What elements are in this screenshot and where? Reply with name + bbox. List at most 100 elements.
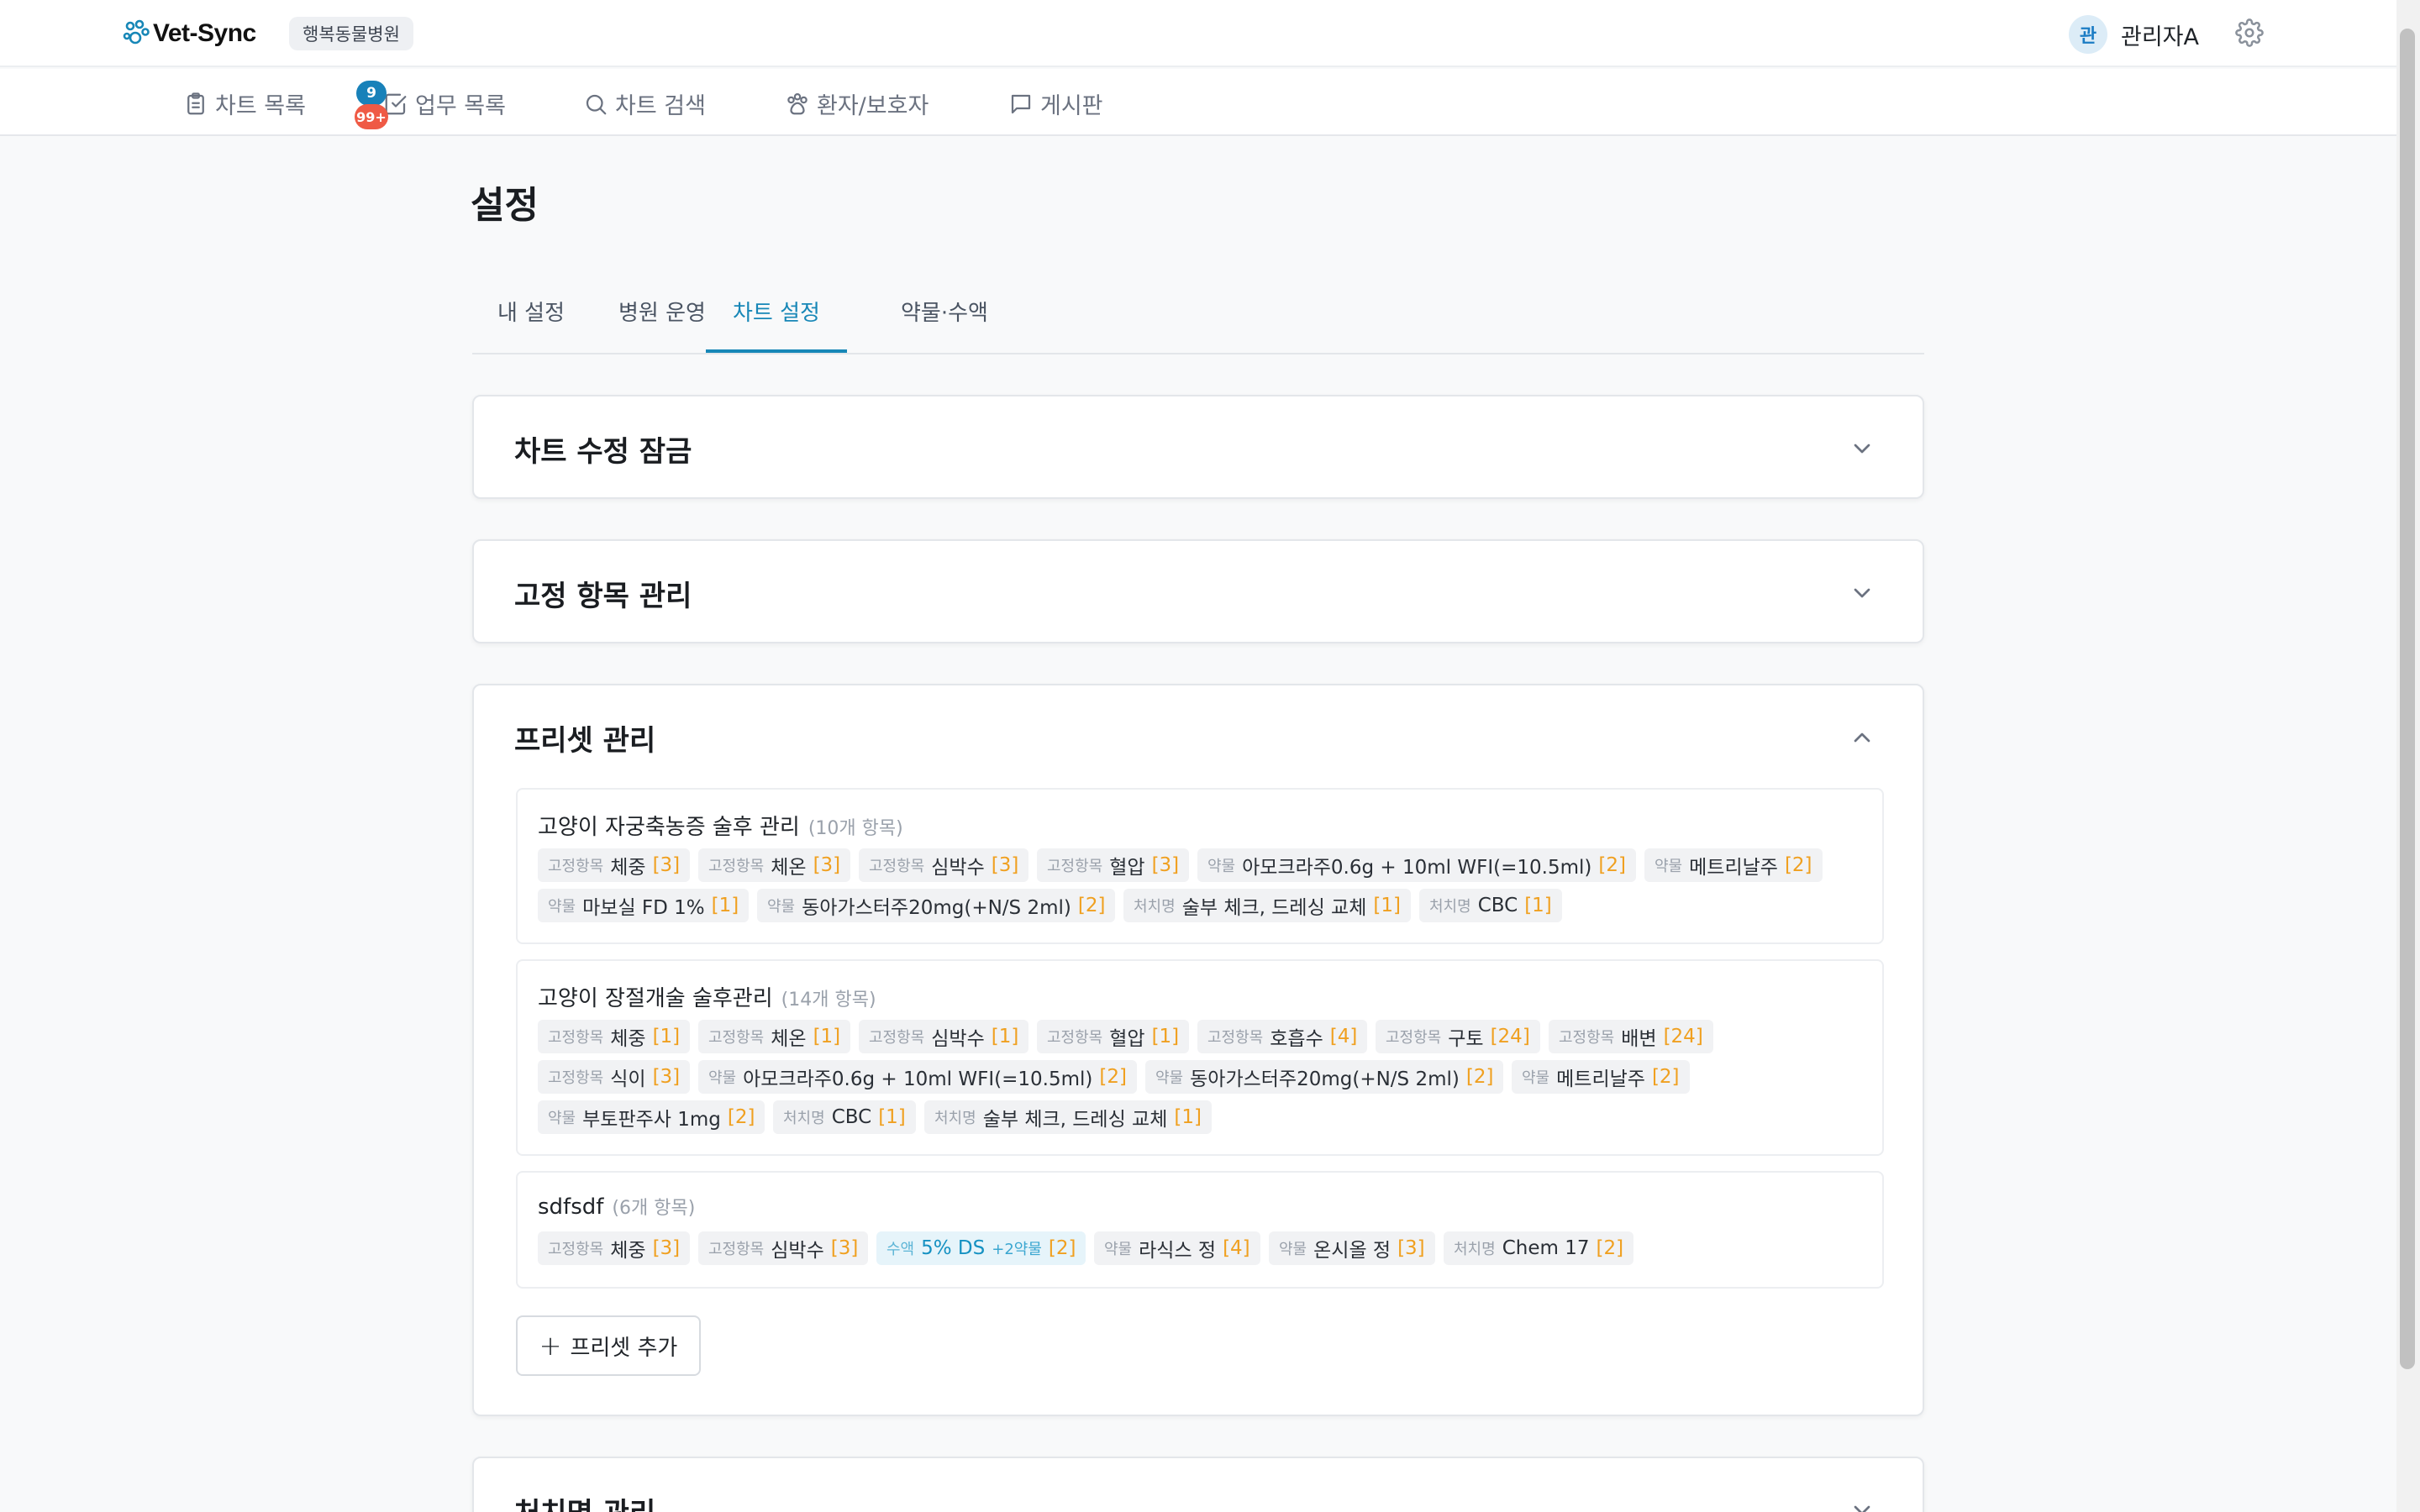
preset-name: 고양이 장절개술 술후관리 (14개 항목) [538,981,876,1012]
chip-label: 5% DS [921,1237,986,1259]
preset-item-chip: 고정항목 체중 [3] [538,848,691,882]
chip-type: 약물 [1279,1241,1307,1258]
chip-label: 배변 [1621,1028,1657,1050]
preset-item-chip: 고정항목 체온 [3] [698,848,851,882]
chip-label: Chem 17 [1502,1237,1590,1259]
chip-count: [1] [813,1026,841,1047]
chevron-down-icon[interactable] [1849,1497,1876,1512]
chip-label: 술부 체크, 드레싱 교체 [982,1109,1168,1131]
chip-label: CBC [831,1106,872,1128]
chip-count: [2] [1651,1066,1680,1088]
preset-item-chip: 약물 동아가스터주20mg(+N/S 2ml) [2] [1145,1060,1504,1094]
chip-type: 고정항목 [708,1029,765,1047]
preset-card[interactable]: sdfsdf (6개 항목) 고정항목 체중 [3] 고정항목 심박수 [3] 수액 5% DS… [516,1171,1884,1289]
preset-card[interactable]: 고양이 자궁축농증 술후 관리 (10개 항목) 고정항목 체중 [3] 고정항목 체온 [… [516,788,1884,944]
chip-type: 약물 [548,1110,576,1127]
preset-item-chip: 약물 마보실 FD 1% [1] [538,889,750,922]
chip-label: 식이 [610,1068,646,1090]
chip-count: [2] [1784,854,1812,876]
chip-type: 약물 [1104,1241,1133,1258]
chip-count: [1] [878,1106,906,1128]
chevron-down-icon[interactable] [1849,435,1876,462]
preset-item-chip: 약물 온시올 정 [3] [1269,1231,1435,1265]
add-preset-label: 프리셋 추가 [570,1335,678,1361]
section-title: 차트 수정 잠금 [514,435,692,469]
chip-type: 약물 [1522,1069,1550,1087]
preset-item-chip: 약물 아모크라주0.6g + 10ml WFI(=10.5ml) [2] [698,1060,1137,1094]
tab-my-settings[interactable]: 내 설정 [497,296,565,353]
preset-item-chip: 고정항목 식이 [3] [538,1060,691,1094]
nav-chart-search[interactable]: 차트 검색 [583,87,706,120]
chip-type: 처치명 [1429,898,1471,916]
preset-item-chip: 고정항목 심박수 [3] [859,848,1029,882]
preset-item-chip: 처치명 CBC [1] [773,1100,916,1134]
section-treatment-names[interactable]: 처치명 관리 [472,1457,1924,1512]
chip-label: 체중 [610,857,646,879]
chip-count: [3] [830,1237,859,1259]
chip-extra: +2약물 [992,1241,1042,1258]
section-chart-lock[interactable]: 차트 수정 잠금 [472,395,1924,499]
preset-card[interactable]: 고양이 장절개술 술후관리 (14개 항목) 고정항목 체중 [1] 고정항목 체온 [1]… [516,959,1884,1156]
section-fixed-items[interactable]: 고정 항목 관리 [472,539,1924,643]
scrollbar-thumb[interactable] [2400,29,2415,1369]
chip-label: 온시올 정 [1313,1240,1392,1262]
chip-label: 메트리날주 [1689,857,1778,879]
nav-task-list[interactable]: 업무 목록 [383,87,506,120]
chip-count: [3] [652,1237,681,1259]
gear-icon[interactable] [2235,18,2264,47]
chip-label: CBC [1477,895,1518,916]
nav-board[interactable]: 게시판 [1008,87,1103,120]
avatar[interactable]: 관 [2069,15,2107,54]
nav-patient-owner[interactable]: 환자/보호자 [785,87,929,120]
preset-item-chip: 고정항목 구토 [24] [1376,1020,1540,1053]
chip-type: 고정항목 [869,858,925,875]
preset-item-chip: 약물 아모크라주0.6g + 10ml WFI(=10.5ml) [2] [1197,848,1636,882]
preset-name: sdfsdf (6개 항목) [538,1193,695,1220]
preset-item-chip: 약물 메트리날주 [2] [1644,848,1823,882]
hospital-badge: 행복동물병원 [289,17,413,50]
chip-count: [2] [1077,895,1106,916]
chip-label: 심박수 [931,857,985,879]
preset-item-chip: 고정항목 배변 [24] [1549,1020,1713,1053]
tab-hospital-operation[interactable]: 병원 운영 [618,296,706,353]
tab-chart-settings[interactable]: 차트 설정 [706,296,847,353]
chip-type: 약물 [767,898,796,916]
nav-chart-list[interactable]: 차트 목록 [183,87,306,120]
preset-item-chip: 고정항목 체온 [1] [698,1020,851,1053]
chip-type: 고정항목 [708,1241,765,1258]
chip-type: 고정항목 [548,1069,604,1087]
chip-count: [3] [1151,854,1180,876]
chevron-down-icon[interactable] [1849,580,1876,606]
chip-count: [1] [1524,895,1552,916]
chip-type: 수액 [886,1241,915,1258]
tab-drug-fluid[interactable]: 약물·수액 [901,296,988,353]
chip-count: [3] [652,1066,681,1088]
nav-label: 차트 검색 [615,93,706,119]
preset-item-chip: 약물 라식스 정 [4] [1094,1231,1260,1265]
chip-type: 처치명 [934,1110,976,1127]
chip-type: 고정항목 [1047,1029,1103,1047]
preset-item-chip: 고정항목 혈압 [1] [1037,1020,1190,1053]
section-title: 처치명 관리 [514,1490,655,1512]
chip-type: 고정항목 [548,1241,604,1258]
chip-count: [1] [991,1026,1019,1047]
chevron-up-icon[interactable] [1849,724,1876,751]
top-header: Vet-Sync 행복동물병원 관 관리자A [0,0,2396,67]
task-badge-count: 99+ [355,104,388,129]
preset-name: 고양이 자궁축농증 술후 관리 (10개 항목) [538,810,903,841]
page-title: 설정 [471,184,539,227]
user-name[interactable]: 관리자A [2121,18,2199,51]
paw-icon [787,92,808,114]
chip-type: 처치명 [1454,1241,1496,1258]
chip-type: 약물 [1155,1069,1184,1087]
chip-count: [3] [1397,1237,1425,1259]
section-presets: 프리셋 관리 고양이 자궁축농증 술후 관리 (10개 항목) 고정항목 체중 [3]… [472,684,1924,1416]
chip-count: [1] [1151,1026,1180,1047]
preset-count: (10개 항목) [808,818,903,839]
app-logo[interactable]: Vet-Sync [123,17,256,50]
add-preset-button[interactable]: + 프리셋 추가 [516,1315,701,1376]
chip-type: 처치명 [1134,898,1176,916]
chip-label: 체중 [610,1240,646,1262]
chip-label: 라식스 정 [1139,1240,1217,1262]
chip-type: 고정항목 [1559,1029,1615,1047]
